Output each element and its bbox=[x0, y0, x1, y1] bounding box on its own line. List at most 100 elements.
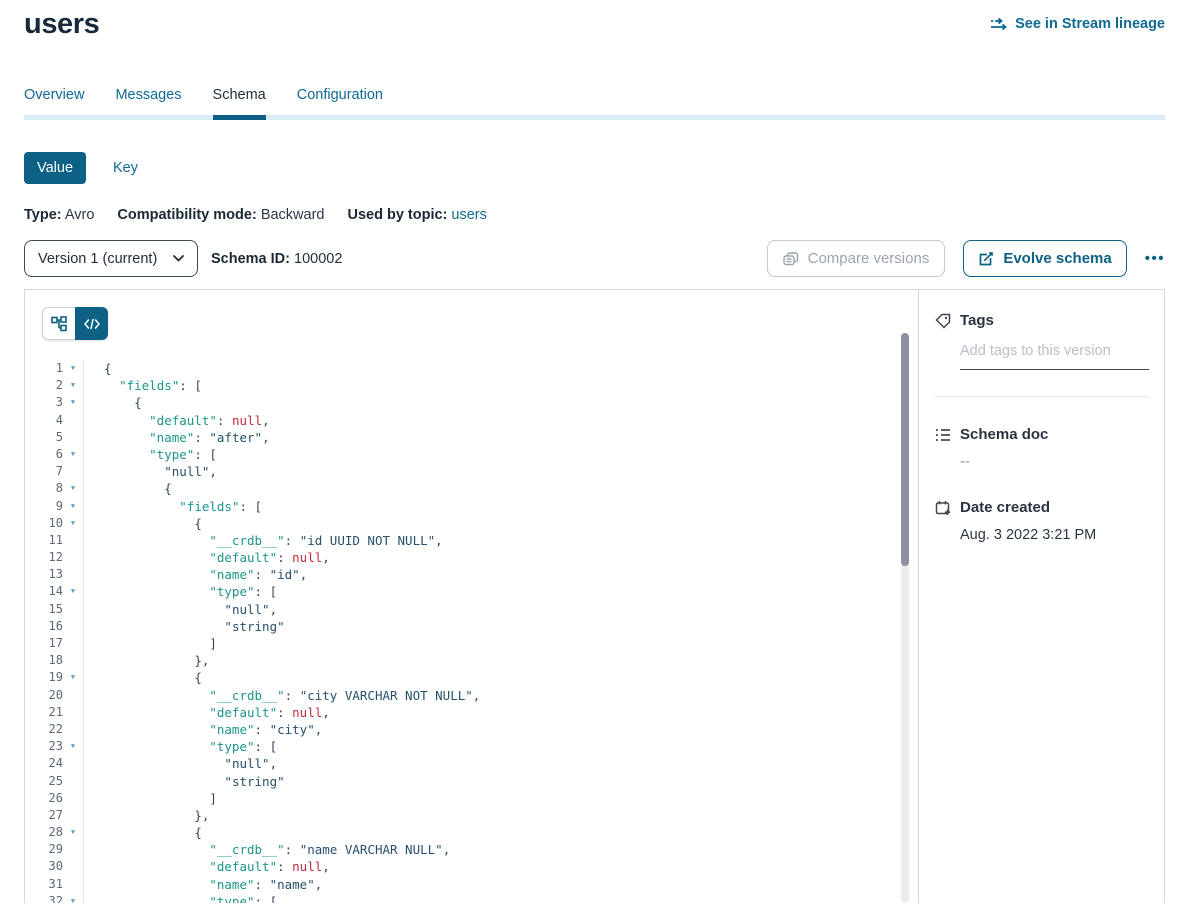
line-number: 4 bbox=[25, 412, 63, 429]
fold-toggle-icon[interactable]: ▼ bbox=[63, 498, 83, 515]
code-scrollbar-track[interactable] bbox=[901, 333, 909, 903]
code-text: "name": "name", bbox=[83, 876, 918, 893]
version-select[interactable]: Version 1 (current) bbox=[24, 240, 198, 277]
code-line: 9▼ "fields": [ bbox=[25, 498, 918, 515]
fold-toggle-icon[interactable]: ▼ bbox=[63, 446, 83, 463]
tags-title: Tags bbox=[960, 312, 994, 329]
line-number: 22 bbox=[25, 721, 63, 738]
fold-toggle-icon[interactable]: ▼ bbox=[63, 824, 83, 841]
line-number: 16 bbox=[25, 618, 63, 635]
fold-toggle-icon[interactable]: ▼ bbox=[63, 394, 83, 411]
tab-configuration[interactable]: Configuration bbox=[297, 87, 383, 120]
see-in-stream-lineage-link[interactable]: See in Stream lineage bbox=[990, 16, 1165, 32]
schema-type: Type: Avro bbox=[24, 207, 94, 223]
topic-tabs: Overview Messages Schema Configuration bbox=[24, 87, 1165, 120]
compare-versions-label: Compare versions bbox=[808, 250, 930, 267]
code-text: "type": [ bbox=[83, 893, 918, 903]
code-text: "type": [ bbox=[83, 738, 918, 755]
fold-toggle-icon[interactable]: ▼ bbox=[63, 360, 83, 377]
compare-versions-button[interactable]: Compare versions bbox=[767, 240, 946, 277]
fold-toggle-icon[interactable]: ▼ bbox=[63, 583, 83, 600]
code-line: 6▼ "type": [ bbox=[25, 446, 918, 463]
fold-toggle-icon[interactable]: ▼ bbox=[63, 377, 83, 394]
line-number: 9 bbox=[25, 498, 63, 515]
code-line: 27 }, bbox=[25, 807, 918, 824]
line-number: 15 bbox=[25, 601, 63, 618]
add-tags-input[interactable] bbox=[960, 343, 1149, 370]
evolve-schema-button[interactable]: Evolve schema bbox=[963, 240, 1126, 277]
code-line: 12 "default": null, bbox=[25, 549, 918, 566]
schema-type-label: Type: bbox=[24, 207, 62, 223]
date-created-value: Aug. 3 2022 3:21 PM bbox=[960, 527, 1148, 543]
fold-spacer bbox=[63, 721, 83, 738]
fold-spacer bbox=[63, 652, 83, 669]
fold-toggle-icon[interactable]: ▼ bbox=[63, 893, 83, 903]
code-view-button[interactable] bbox=[75, 307, 108, 340]
fold-spacer bbox=[63, 790, 83, 807]
code-text: "__crdb__": "city VARCHAR NOT NULL", bbox=[83, 687, 918, 704]
code-line: 13 "name": "id", bbox=[25, 566, 918, 583]
line-number: 5 bbox=[25, 429, 63, 446]
code-line: 2▼ "fields": [ bbox=[25, 377, 918, 394]
used-by-topic-label: Used by topic: bbox=[347, 207, 447, 223]
code-text: "__crdb__": "name VARCHAR NULL", bbox=[83, 841, 918, 858]
code-line: 32▼ "type": [ bbox=[25, 893, 918, 903]
code-scrollbar-thumb[interactable] bbox=[901, 333, 909, 566]
fold-toggle-icon[interactable]: ▼ bbox=[63, 480, 83, 497]
code-line: 17 ] bbox=[25, 635, 918, 652]
schema-doc-title: Schema doc bbox=[960, 426, 1048, 443]
tags-section-header: Tags bbox=[935, 312, 1148, 329]
code-text: "fields": [ bbox=[83, 377, 918, 394]
tab-messages[interactable]: Messages bbox=[115, 87, 181, 120]
date-created-title: Date created bbox=[960, 499, 1050, 516]
schema-doc-section: Schema doc -- bbox=[935, 426, 1148, 470]
code-text: "type": [ bbox=[83, 583, 918, 600]
schema-doc-header: Schema doc bbox=[935, 426, 1148, 443]
key-toggle-link[interactable]: Key bbox=[113, 160, 138, 176]
doc-list-icon bbox=[935, 427, 951, 443]
compare-versions-icon bbox=[783, 252, 799, 266]
tab-schema[interactable]: Schema bbox=[213, 87, 266, 120]
code-line: 1▼{ bbox=[25, 360, 918, 377]
calendar-plus-icon bbox=[935, 500, 951, 516]
fold-spacer bbox=[63, 841, 83, 858]
date-created-section: Date created Aug. 3 2022 3:21 PM bbox=[935, 499, 1148, 543]
fold-spacer bbox=[63, 773, 83, 790]
line-number: 8 bbox=[25, 480, 63, 497]
fold-toggle-icon[interactable]: ▼ bbox=[63, 515, 83, 532]
schema-id-label: Schema ID: bbox=[211, 251, 290, 267]
more-actions-button[interactable]: ••• bbox=[1145, 254, 1165, 264]
line-number: 13 bbox=[25, 566, 63, 583]
fold-spacer bbox=[63, 566, 83, 583]
code-line: 18 }, bbox=[25, 652, 918, 669]
schema-view-toggle bbox=[42, 307, 108, 340]
fold-spacer bbox=[63, 429, 83, 446]
code-line: 24 "null", bbox=[25, 755, 918, 772]
line-number: 28 bbox=[25, 824, 63, 841]
code-line: 29 "__crdb__": "name VARCHAR NULL", bbox=[25, 841, 918, 858]
code-text: { bbox=[83, 669, 918, 686]
code-line: 10▼ { bbox=[25, 515, 918, 532]
fold-toggle-icon[interactable]: ▼ bbox=[63, 669, 83, 686]
line-number: 29 bbox=[25, 841, 63, 858]
line-number: 19 bbox=[25, 669, 63, 686]
fold-spacer bbox=[63, 807, 83, 824]
line-number: 17 bbox=[25, 635, 63, 652]
schema-id-value: 100002 bbox=[294, 251, 342, 267]
line-number: 11 bbox=[25, 532, 63, 549]
line-number: 26 bbox=[25, 790, 63, 807]
code-line: 7 "null", bbox=[25, 463, 918, 480]
used-by-topic-link[interactable]: users bbox=[451, 207, 486, 223]
code-text: "null", bbox=[83, 601, 918, 618]
schema-action-buttons: Compare versions Evolve schema ••• bbox=[767, 240, 1165, 277]
fold-spacer bbox=[63, 635, 83, 652]
code-line: 3▼ { bbox=[25, 394, 918, 411]
tab-overview[interactable]: Overview bbox=[24, 87, 84, 120]
code-line: 4 "default": null, bbox=[25, 412, 918, 429]
fold-spacer bbox=[63, 532, 83, 549]
code-text: "__crdb__": "id UUID NOT NULL", bbox=[83, 532, 918, 549]
tree-view-button[interactable] bbox=[42, 307, 75, 340]
schema-type-value: Avro bbox=[65, 207, 95, 223]
value-toggle-button[interactable]: Value bbox=[24, 152, 86, 184]
fold-toggle-icon[interactable]: ▼ bbox=[63, 738, 83, 755]
